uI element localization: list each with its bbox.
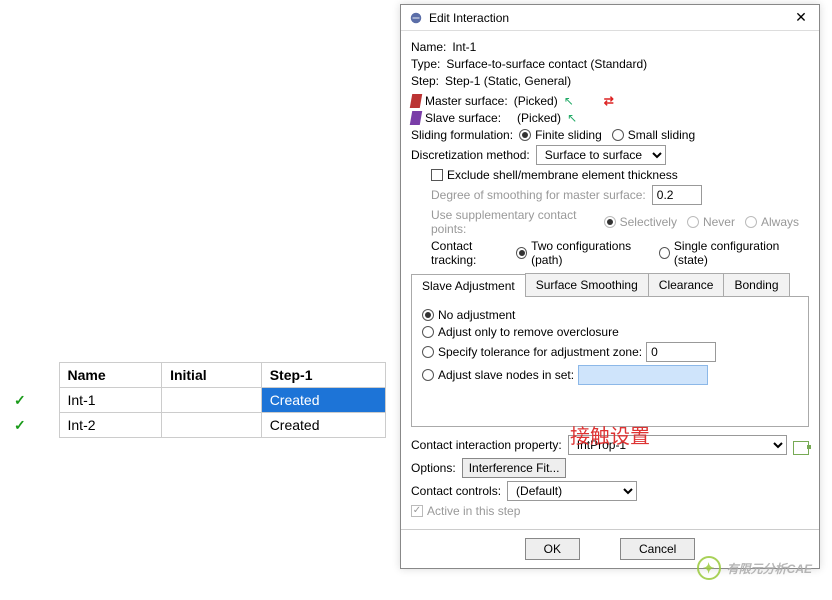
radio-selectively: Selectively xyxy=(604,215,677,229)
tab-bonding[interactable]: Bonding xyxy=(723,273,789,296)
radio-never: Never xyxy=(687,215,735,229)
pick-master-icon[interactable]: ↖ xyxy=(564,94,574,108)
discretization-label: Discretization method: xyxy=(411,148,530,162)
radio-no-adjustment[interactable]: No adjustment xyxy=(422,308,798,322)
active-checkbox: Active in this step xyxy=(411,504,520,518)
radio-two-config[interactable]: Two configurations (path) xyxy=(516,239,649,267)
check-icon: ✓ xyxy=(6,388,24,413)
interference-fit-button[interactable]: Interference Fit... xyxy=(462,458,567,478)
smoothing-label: Degree of smoothing for master surface: xyxy=(431,188,646,202)
tolerance-input[interactable] xyxy=(646,342,716,362)
watermark: ✦ 有限元分析CAE xyxy=(697,556,812,580)
radio-adjust-set[interactable]: Adjust slave nodes in set: xyxy=(422,365,798,385)
radio-specify-tolerance[interactable]: Specify tolerance for adjustment zone: xyxy=(422,342,798,362)
watermark-logo-icon: ✦ xyxy=(697,556,721,580)
edit-interaction-dialog: Edit Interaction ✕ Name: Int-1 Type: Surfa… xyxy=(400,4,820,569)
tab-slave-adjustment[interactable]: Slave Adjustment xyxy=(411,274,526,297)
step-label: Step: xyxy=(411,74,439,88)
tab-surface-smoothing[interactable]: Surface Smoothing xyxy=(525,273,649,296)
smoothing-input xyxy=(652,185,702,205)
col-initial[interactable]: Initial xyxy=(162,363,262,388)
dialog-title: Edit Interaction xyxy=(429,11,791,25)
tracking-label: Contact tracking: xyxy=(431,239,510,267)
property-label: Contact interaction property: xyxy=(411,438,562,452)
options-label: Options: xyxy=(411,461,456,475)
step-value: Step-1 (Static, General) xyxy=(445,74,571,88)
master-value: (Picked) xyxy=(514,94,558,108)
check-icon: ✓ xyxy=(6,413,24,438)
table-row[interactable]: ✓ Int-1 Created xyxy=(6,388,386,413)
slave-label: Slave surface: xyxy=(425,111,501,125)
controls-label: Contact controls: xyxy=(411,484,501,498)
annotation-text: 接触设置 xyxy=(570,420,650,449)
swap-surfaces-icon[interactable]: ⇄ xyxy=(604,94,614,108)
col-name[interactable]: Name xyxy=(59,363,162,388)
close-icon[interactable]: ✕ xyxy=(791,9,811,26)
name-label: Name: xyxy=(411,40,446,54)
adjust-set-combo[interactable] xyxy=(578,365,708,385)
ok-button[interactable]: OK xyxy=(525,538,580,560)
tabs: Slave Adjustment Surface Smoothing Clear… xyxy=(411,273,809,297)
tab-clearance[interactable]: Clearance xyxy=(648,273,725,296)
name-value: Int-1 xyxy=(452,40,476,54)
sliding-label: Sliding formulation: xyxy=(411,128,513,142)
radio-finite-sliding[interactable]: Finite sliding xyxy=(519,128,602,142)
app-icon xyxy=(409,11,423,25)
radio-remove-overclosure[interactable]: Adjust only to remove overclosure xyxy=(422,325,798,339)
radio-small-sliding[interactable]: Small sliding xyxy=(612,128,695,142)
type-label: Type: xyxy=(411,57,440,71)
cancel-button[interactable]: Cancel xyxy=(620,538,695,560)
slave-value: (Picked) xyxy=(517,111,561,125)
master-flag-icon xyxy=(410,94,422,108)
slave-flag-icon xyxy=(410,111,422,125)
controls-select[interactable]: (Default) xyxy=(507,481,637,501)
interactions-table: Name Initial Step-1 ✓ Int-1 Created ✓ In… xyxy=(6,362,386,438)
radio-single-config[interactable]: Single configuration (state) xyxy=(659,239,799,267)
table-row[interactable]: ✓ Int-2 Created xyxy=(6,413,386,438)
radio-always: Always xyxy=(745,215,799,229)
exclude-shell-checkbox[interactable]: Exclude shell/membrane element thickness xyxy=(431,168,678,182)
discretization-select[interactable]: Surface to surface xyxy=(536,145,666,165)
master-label: Master surface: xyxy=(425,94,508,108)
type-value: Surface-to-surface contact (Standard) xyxy=(446,57,647,71)
create-property-icon[interactable] xyxy=(793,441,809,455)
supplementary-label: Use supplementary contact points: xyxy=(431,208,598,236)
pick-slave-icon[interactable]: ↖ xyxy=(567,111,577,125)
col-step1[interactable]: Step-1 xyxy=(261,363,385,388)
